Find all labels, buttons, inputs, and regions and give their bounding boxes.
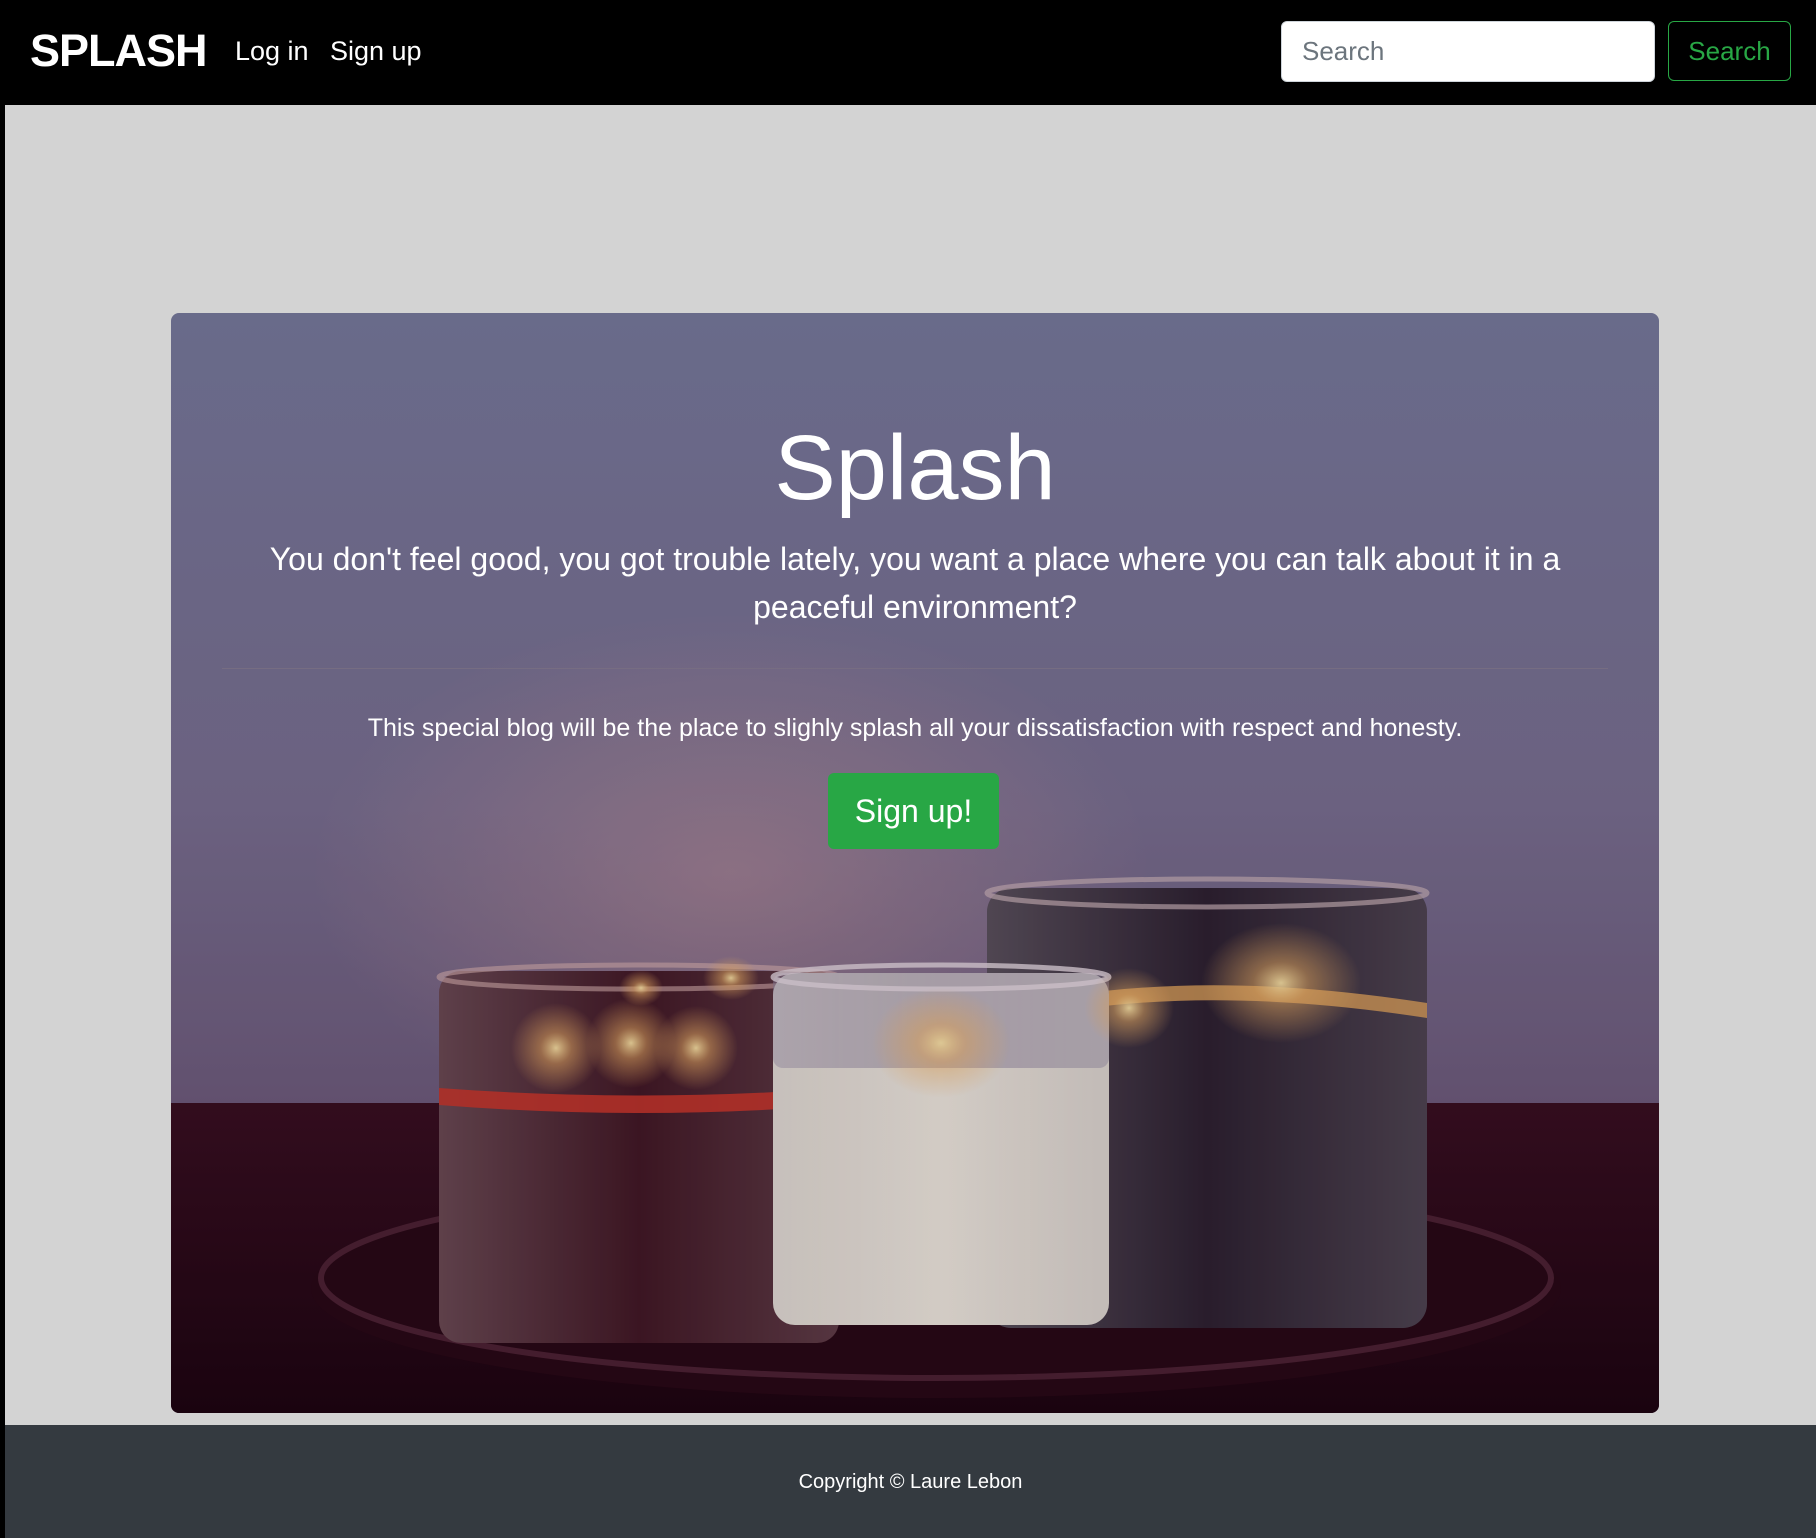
page-footer: Copyright © Laure Lebon [5,1425,1816,1538]
top-navbar: SPLASH Log in Sign up Search [0,0,1816,105]
nav-login-link[interactable]: Log in [235,34,309,68]
search-button[interactable]: Search [1668,21,1791,81]
hero-title: Splash [774,417,1056,519]
hero-text: This special blog will be the place to s… [367,714,1463,742]
hero-signup-button[interactable]: Sign up! [828,773,999,849]
main-content: Splash You don't feel good, you got trou… [5,105,1816,1425]
hero-lead: You don't feel good, you got trouble lat… [269,541,1561,625]
hero-content: Splash You don't feel good, you got trou… [171,313,1659,1413]
brand-logo[interactable]: SPLASH [30,24,208,78]
footer-copyright: Copyright © Laure Lebon [798,1471,1023,1493]
hero-jumbotron: Splash You don't feel good, you got trou… [171,313,1659,1413]
search-input[interactable] [1281,21,1655,82]
nav-signup-link[interactable]: Sign up [330,34,422,68]
hero-divider [222,668,1608,669]
